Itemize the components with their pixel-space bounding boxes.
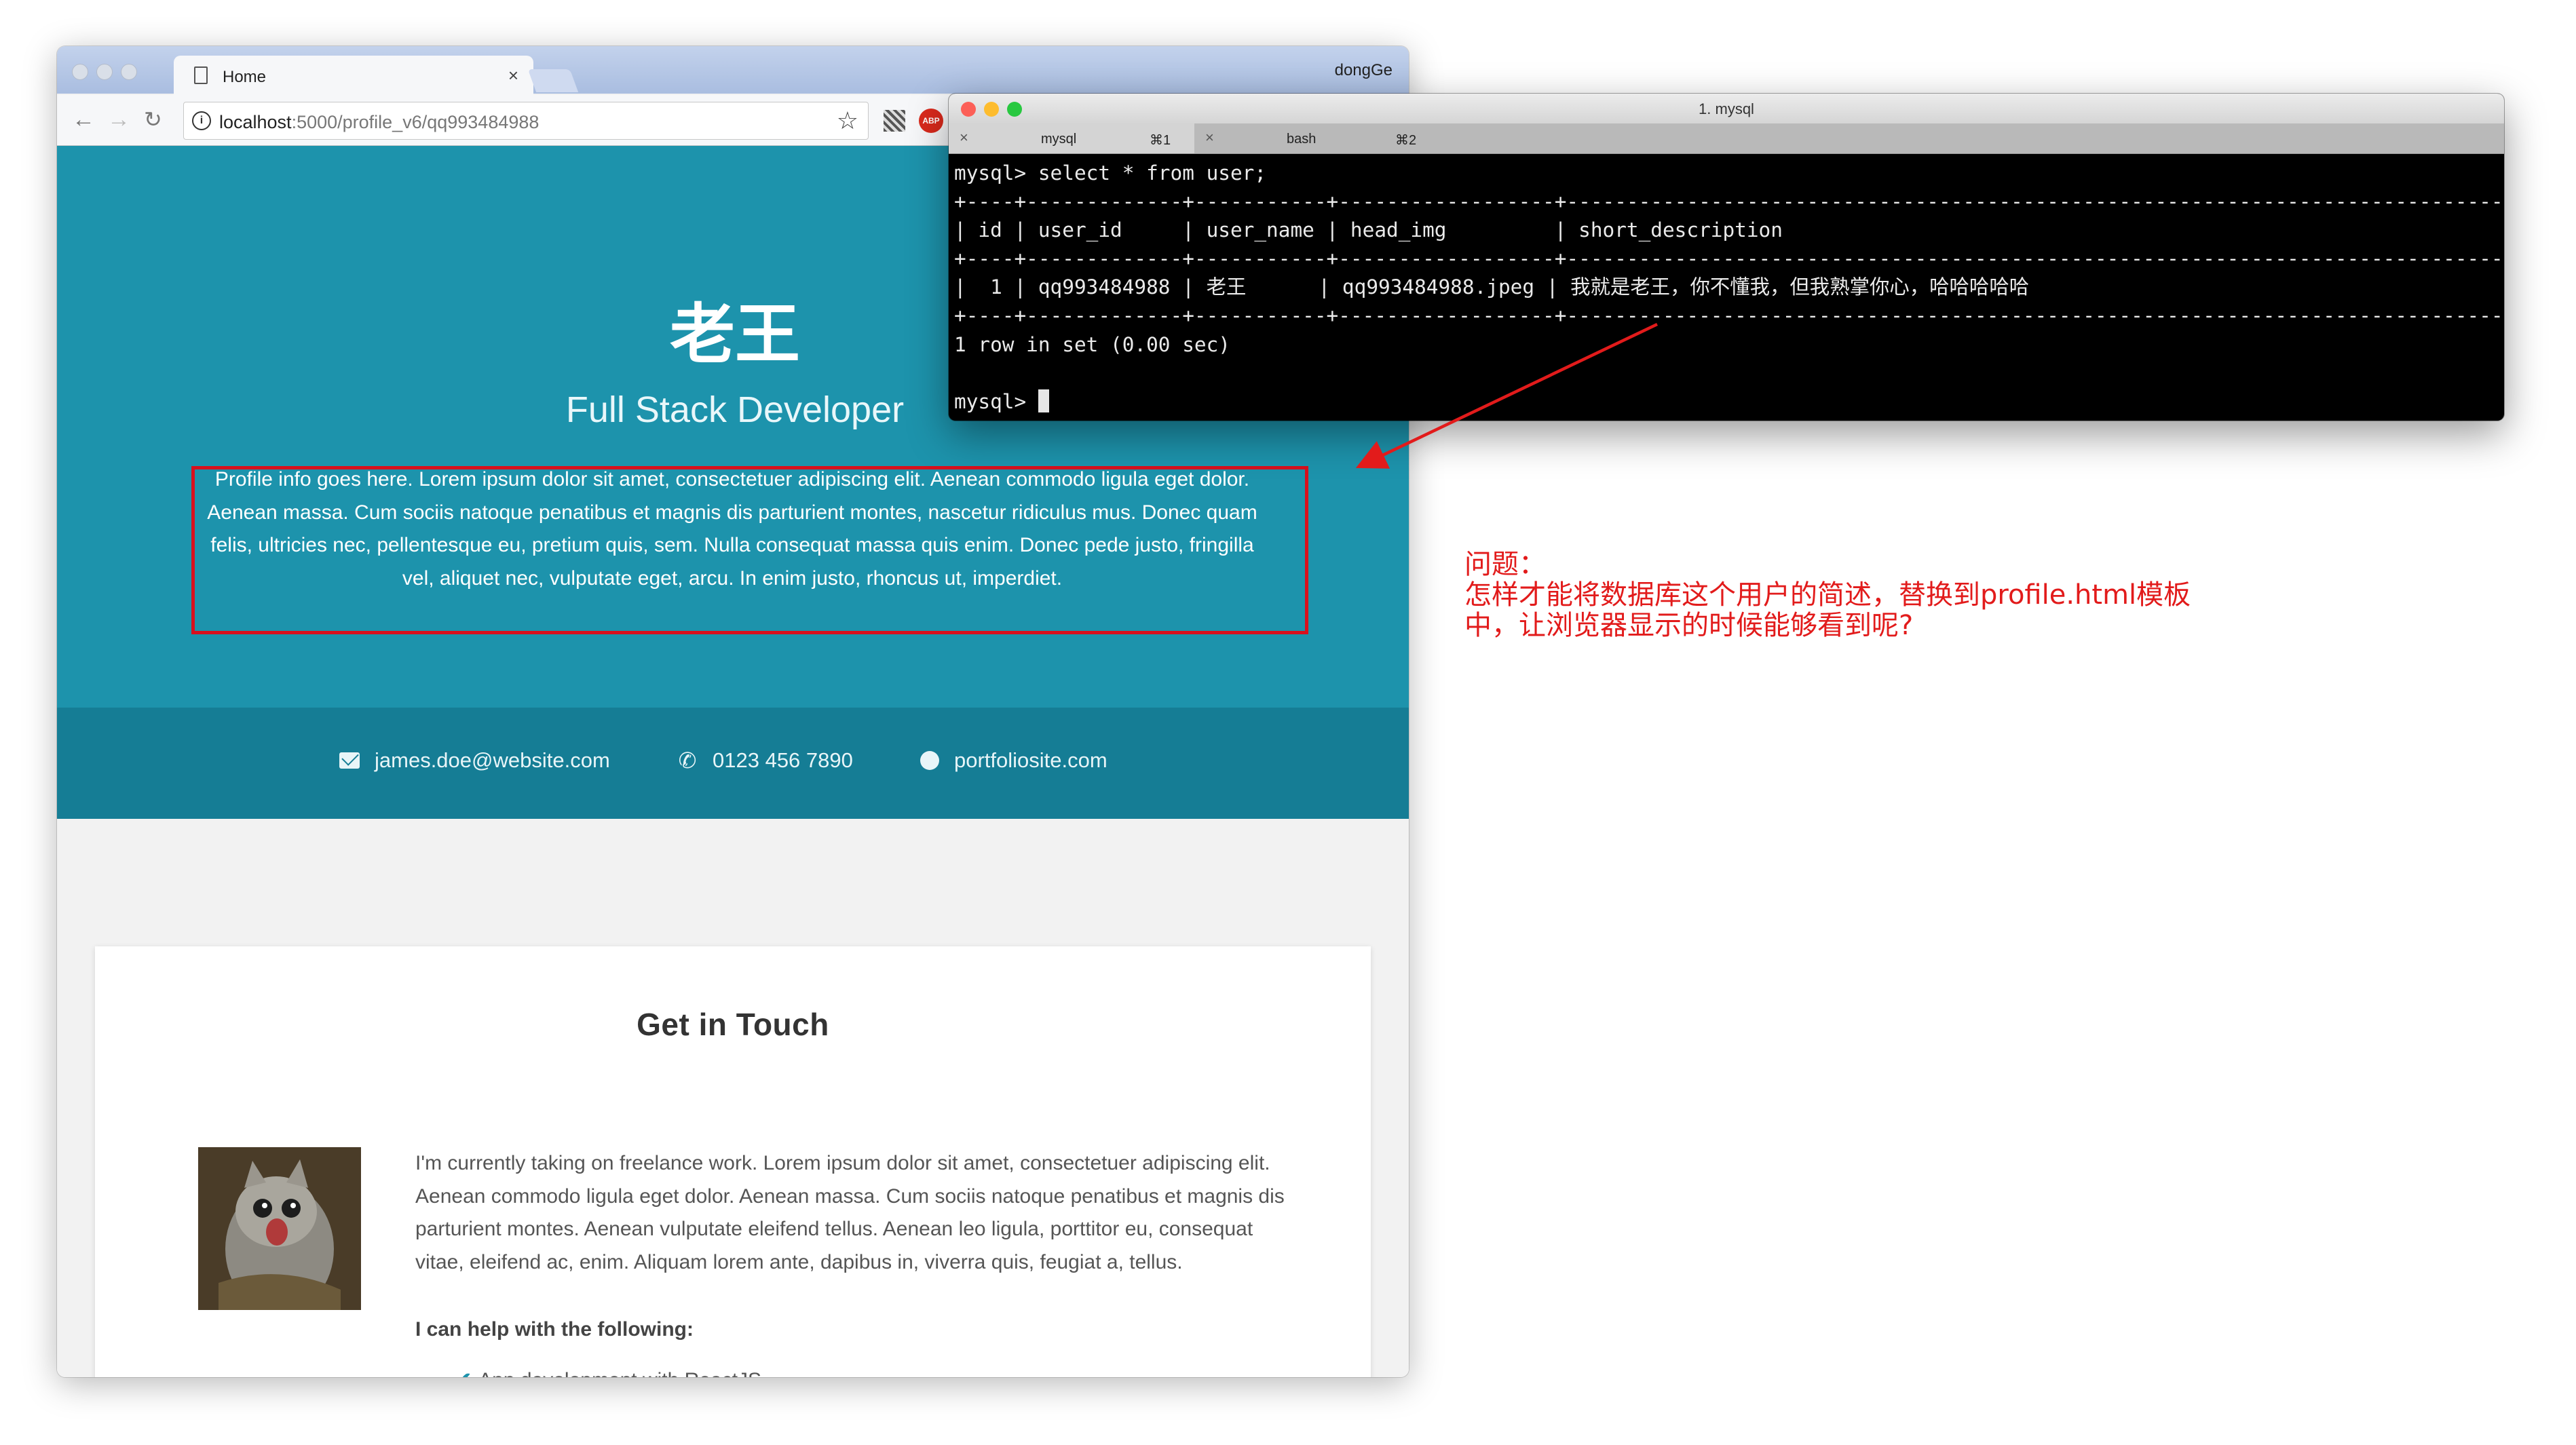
contact-website[interactable]: portfoliosite.com [920, 748, 1107, 773]
avatar [198, 1147, 361, 1310]
terminal-line: +----+-------------+-----------+--------… [954, 304, 2504, 328]
terminal-title: 1. mysql [1699, 100, 1754, 117]
annotation-line: 怎样才能将数据库这个用户的简述，替换到profile.html模板 [1464, 579, 2191, 611]
terminal-line: mysql> select * from user; [954, 161, 1267, 185]
bookmark-star-icon[interactable]: ☆ [837, 107, 858, 135]
terminal-line: | 1 | qq993484988 | 老王 | qq993484988.jpe… [954, 275, 2504, 299]
terminal-line: | id | user_id | user_name | head_img | … [954, 218, 2504, 242]
qr-code-extension-icon[interactable] [884, 110, 905, 132]
terminal-line: 1 row in set (0.00 sec) [954, 332, 1230, 356]
description-highlight-box [191, 466, 1308, 634]
tab-close-icon[interactable]: × [508, 65, 518, 86]
terminal-prompt-line[interactable]: mysql> [954, 387, 2504, 416]
terminal-line: +----+-------------+-----------+--------… [954, 247, 2504, 271]
minimize-window-button[interactable] [96, 64, 113, 80]
checkmark-icon: ✔ [455, 1369, 472, 1377]
browser-tab-home[interactable]: Home × [174, 56, 533, 95]
terminal-prompt: mysql> [954, 389, 1038, 413]
contact-email[interactable]: james.doe@website.com [339, 748, 610, 773]
site-info-icon[interactable]: i [192, 111, 211, 130]
terminal-cursor [1038, 389, 1049, 412]
new-tab-button[interactable] [527, 69, 579, 92]
reload-icon[interactable]: ↻ [144, 106, 162, 133]
annotation-line: 中，让浏览器显示的时候能够看到呢? [1464, 610, 1914, 641]
tab-close-icon[interactable]: × [1205, 129, 1214, 147]
terminal-line: +----+-------------+-----------+--------… [954, 190, 2504, 214]
address-bar[interactable]: i localhost:5000/profile_v6/qq993484988 … [183, 102, 869, 140]
terminal-tab-shortcut: ⌘2 [1395, 133, 1417, 148]
terminal-titlebar: 1. mysql [949, 94, 2504, 123]
terminal-tab-bar: × mysql ⌘1 × bash ⌘2 [949, 123, 2504, 154]
terminal-output[interactable]: mysql> select * from user; +----+--------… [954, 159, 2504, 416]
page-icon [194, 66, 208, 84]
browser-profile-name[interactable]: dongGe [1335, 61, 1393, 80]
back-arrow-icon[interactable]: ← [72, 106, 95, 133]
contact-email-text[interactable]: james.doe@website.com [375, 748, 610, 773]
contact-bar: james.doe@website.com ✆ 0123 456 7890 po… [57, 708, 1409, 819]
envelope-icon [339, 752, 360, 769]
phone-icon: ✆ [678, 748, 697, 773]
annotation-line: 问题： [1464, 549, 1546, 580]
question-annotation: 问题： 怎样才能将数据库这个用户的简述，替换到profile.html模板 中，… [1464, 550, 2191, 641]
about-paragraph: I'm currently taking on freelance work. … [415, 1152, 1285, 1273]
cat-photo [198, 1147, 361, 1310]
close-window-button[interactable] [72, 64, 88, 80]
zoom-window-button[interactable] [121, 64, 137, 80]
help-heading: I can help with the following: [415, 1318, 694, 1341]
url-text[interactable]: localhost:5000/profile_v6/qq993484988 [219, 112, 539, 133]
tab-title: Home [223, 68, 267, 86]
terminal-tab-mysql[interactable]: × mysql ⌘1 [949, 123, 1194, 153]
help-list-item: ✔ App development with ReactJS [455, 1368, 761, 1377]
contact-website-text[interactable]: portfoliosite.com [954, 748, 1107, 773]
terminal-tab-label: bash [1287, 132, 1317, 147]
tab-close-icon[interactable]: × [960, 129, 968, 147]
terminal-tab-label: mysql [1041, 132, 1077, 147]
get-in-touch-card: Get in Touch I'm currently taking on fre… [95, 946, 1371, 1377]
help-item-text: App development with ReactJS [478, 1369, 761, 1377]
browser-titlebar: Home × dongGe [57, 46, 1409, 95]
card-title: Get in Touch [637, 1007, 829, 1042]
terminal-window: 1. mysql × mysql ⌘1 × bash ⌘2 mysql> sel… [949, 94, 2504, 421]
terminal-tab-bash[interactable]: × bash ⌘2 [1194, 123, 1440, 153]
contact-phone[interactable]: ✆ 0123 456 7890 [677, 748, 853, 773]
terminal-tab-shortcut: ⌘1 [1150, 133, 1171, 148]
contact-phone-text[interactable]: 0123 456 7890 [713, 748, 853, 773]
forward-arrow-icon[interactable]: → [107, 106, 130, 133]
globe-icon [920, 751, 939, 770]
adblock-extension-icon[interactable]: ABP [919, 109, 943, 133]
